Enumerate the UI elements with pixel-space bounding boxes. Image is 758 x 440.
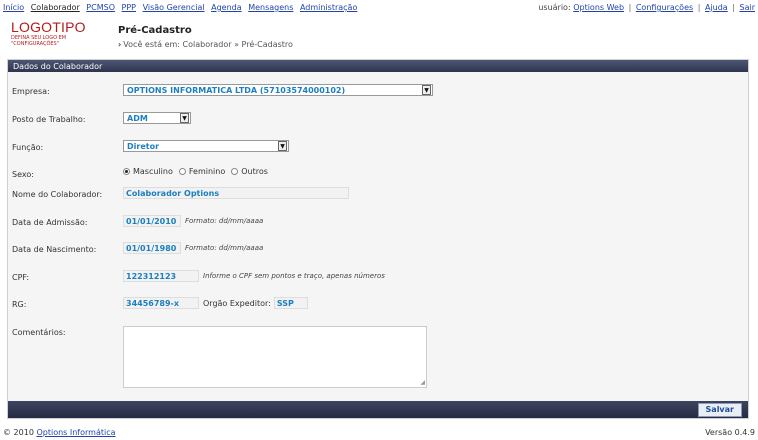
- nascimento-hint: Formato: dd/mm/aaaa: [185, 244, 264, 252]
- nav-visao-gerencial[interactable]: Visão Gerencial: [143, 3, 205, 12]
- posto-value: ADM: [127, 113, 148, 123]
- colaborador-panel: Dados do Colaborador Empresa: OPTIONS IN…: [7, 59, 749, 419]
- rg-input[interactable]: 34456789-x: [123, 297, 199, 309]
- nav-ppp[interactable]: PPP: [122, 3, 136, 12]
- radio-masculino[interactable]: Masculino: [123, 167, 173, 176]
- page-title: Pré-Cadastro: [118, 25, 192, 36]
- dropdown-arrow-icon: ▼: [180, 113, 189, 123]
- radio-icon: [178, 168, 186, 175]
- comentarios-textarea[interactable]: ◢: [123, 326, 427, 388]
- radio-label: Outros: [241, 167, 268, 176]
- funcao-value: Diretor: [127, 141, 160, 151]
- funcao-label: Função:: [12, 143, 44, 152]
- cpf-input[interactable]: 122312123: [123, 270, 199, 282]
- breadcrumb-text: Você está em: Colaborador » Pré-Cadastro: [123, 40, 293, 49]
- radio-selected-icon: [123, 168, 130, 175]
- dropdown-arrow-icon: ▼: [422, 85, 431, 95]
- cpf-label: CPF:: [12, 273, 30, 282]
- empresa-label: Empresa:: [12, 87, 50, 96]
- radio-outros[interactable]: Outros: [231, 167, 268, 176]
- chevron-right-icon: ›: [118, 40, 122, 49]
- panel-footer: Salvar: [8, 401, 748, 418]
- orgao-label: Orgão Expeditor:: [203, 298, 271, 308]
- admissao-input[interactable]: 01/01/2010: [123, 215, 181, 227]
- separator: |: [628, 3, 632, 12]
- version-label: Versão 0.4.9: [705, 428, 755, 437]
- empresa-select[interactable]: OPTIONS INFORMATICA LTDA (57103574000102…: [123, 84, 433, 96]
- sair-link[interactable]: Sair: [740, 3, 756, 12]
- empresa-value: OPTIONS INFORMATICA LTDA (57103574000102…: [127, 85, 346, 95]
- orgao-input[interactable]: SSP: [273, 297, 308, 309]
- funcao-select[interactable]: Diretor ▼: [123, 140, 289, 152]
- sexo-label: Sexo:: [12, 170, 34, 179]
- logo: LOGOTIPO DEFINA SEU LOGO EM "CONFIGURAÇÕ…: [11, 20, 101, 47]
- copyright-text: © 2010: [3, 428, 34, 437]
- dropdown-arrow-icon: ▼: [278, 141, 287, 151]
- nav-colaborador[interactable]: Colaborador: [31, 3, 80, 12]
- user-name-link[interactable]: Options Web: [573, 3, 624, 12]
- rg-label: RG:: [12, 300, 27, 309]
- user-bar: usuário: Options Web | Configurações | A…: [538, 3, 755, 12]
- footer-copyright: © 2010 Options Informática: [3, 428, 116, 437]
- nav-inicio[interactable]: Início: [3, 3, 24, 12]
- nav-administracao[interactable]: Administração: [300, 3, 357, 12]
- separator: |: [732, 3, 735, 12]
- resize-grip-icon[interactable]: ◢: [420, 379, 425, 386]
- nav-pcmso[interactable]: PCMSO: [86, 3, 115, 12]
- panel-title: Dados do Colaborador: [8, 60, 748, 72]
- top-navigation: Início Colaborador PCMSO PPP Visão Geren…: [3, 3, 361, 12]
- configuracoes-link[interactable]: Configurações: [636, 3, 693, 12]
- breadcrumb: › Você está em: Colaborador » Pré-Cadastr…: [118, 40, 293, 49]
- posto-label: Posto de Trabalho:: [12, 115, 86, 124]
- nav-mensagens[interactable]: Mensagens: [248, 3, 293, 12]
- ajuda-link[interactable]: Ajuda: [705, 3, 728, 12]
- radio-label: Masculino: [133, 167, 173, 176]
- nascimento-label: Data de Nascimento:: [12, 245, 97, 254]
- radio-feminino[interactable]: Feminino: [178, 167, 226, 176]
- nome-input[interactable]: Colaborador Options: [123, 187, 349, 199]
- save-button[interactable]: Salvar: [697, 403, 742, 417]
- radio-label: Feminino: [188, 167, 226, 176]
- radio-icon: [231, 168, 239, 175]
- admissao-label: Data de Admissão:: [12, 218, 88, 227]
- nome-label: Nome do Colaborador:: [12, 190, 103, 199]
- logo-subtitle: DEFINA SEU LOGO EM "CONFIGURAÇÕES": [11, 35, 67, 47]
- logo-title: LOGOTIPO: [11, 19, 86, 35]
- company-link[interactable]: Options Informática: [36, 428, 115, 437]
- posto-select[interactable]: ADM ▼: [123, 112, 191, 124]
- user-prefix: usuário:: [538, 3, 571, 12]
- admissao-hint: Formato: dd/mm/aaaa: [185, 217, 264, 225]
- nascimento-input[interactable]: 01/01/1980: [123, 242, 181, 254]
- nav-agenda[interactable]: Agenda: [211, 3, 242, 12]
- cpf-hint: Informe o CPF sem pontos e traço, apenas…: [203, 272, 385, 280]
- comentarios-label: Comentários:: [12, 328, 66, 337]
- separator: |: [697, 3, 701, 12]
